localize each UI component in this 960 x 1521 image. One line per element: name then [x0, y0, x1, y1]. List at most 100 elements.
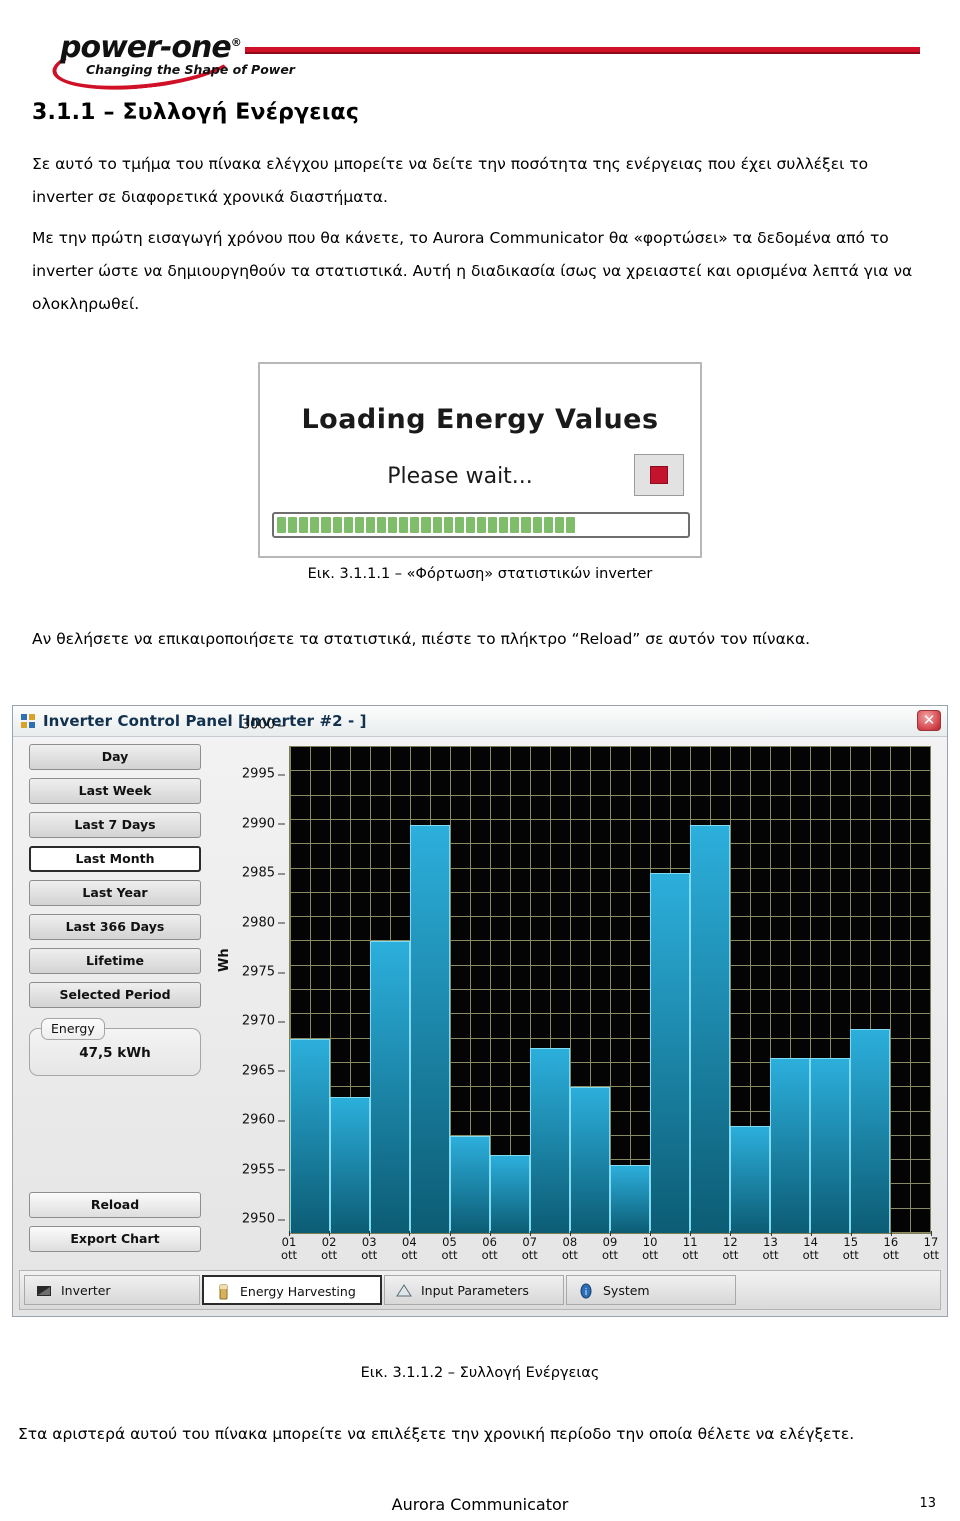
- tab-inverter[interactable]: Inverter: [24, 1275, 200, 1305]
- chart-y-tick: 2980: [241, 915, 286, 931]
- progress-segment: [365, 517, 375, 533]
- chart-bar: [530, 1048, 570, 1233]
- chart-x-tick: 12 ott: [722, 1231, 739, 1262]
- close-icon[interactable]: ✕: [917, 710, 941, 731]
- chart-x-tick-month: ott: [762, 1248, 779, 1262]
- chart-bar: [290, 1038, 330, 1233]
- progress-segment: [521, 517, 531, 533]
- logo-word-text: power-one: [60, 30, 232, 65]
- chart-x-tick-month: ott: [842, 1248, 859, 1262]
- loading-dialog-status: Please wait...: [387, 464, 533, 489]
- stop-button[interactable]: [634, 454, 684, 496]
- sidebar-item-selected-period[interactable]: Selected Period: [29, 982, 201, 1008]
- progress-segment: [310, 517, 320, 533]
- battery-icon: [214, 1283, 232, 1301]
- sidebar-item-last-366-days[interactable]: Last 366 Days: [29, 914, 201, 940]
- chart-x-tick: 07 ott: [522, 1231, 538, 1262]
- chart-x-tick: 04 ott: [401, 1231, 418, 1262]
- chart-x-tick-month: ott: [682, 1248, 699, 1262]
- paragraph-four: Στα αριστερά αυτού του πίνακα μπορείτε ν…: [18, 1425, 855, 1443]
- energy-group-label: Energy: [41, 1018, 105, 1040]
- chart-x-tick-month: ott: [922, 1248, 940, 1262]
- chart-x-tick-month: ott: [722, 1248, 739, 1262]
- tab-energy-harvesting-label: Energy Harvesting: [240, 1284, 356, 1299]
- sidebar-item-lifetime[interactable]: Lifetime: [29, 948, 201, 974]
- progress-segment: [343, 517, 353, 533]
- chart-bar: [770, 1058, 810, 1233]
- chart-y-tick: 3000: [241, 717, 286, 733]
- sidebar-item-last-week[interactable]: Last Week: [29, 778, 201, 804]
- header-rule-shadow: [245, 52, 920, 54]
- figure-caption-1: Εικ. 3.1.1.1 – «Φόρτωση» στατιστικών inv…: [307, 566, 653, 582]
- progress-segment: [465, 517, 475, 533]
- chart-y-tick: 2975: [241, 964, 286, 980]
- app-icon-square-3: [21, 722, 27, 728]
- progress-segment: [532, 517, 542, 533]
- section-heading: 3.1.1 – Συλλογή Ενέργειας: [32, 100, 360, 125]
- chart-y-tick: 2955: [241, 1162, 286, 1178]
- progress-segment: [499, 517, 509, 533]
- reload-button[interactable]: Reload: [29, 1192, 201, 1218]
- sidebar-item-day[interactable]: Day: [29, 744, 201, 770]
- stop-square-icon: [650, 466, 668, 484]
- chart-y-tick: 2985: [241, 865, 286, 881]
- chart-bar: [570, 1087, 610, 1233]
- chart-gridline-v: [930, 747, 931, 1233]
- chart-x-tick: 10 ott: [642, 1231, 658, 1262]
- chart-y-axis-ticks: 2950 2955 2960 2965 2970 2975 2980 2985 2990 2995…: [225, 718, 287, 1234]
- chart-y-tick: 2970: [241, 1013, 286, 1029]
- inverter-icon: [35, 1282, 53, 1300]
- progress-segment: [565, 517, 575, 533]
- svg-text:i: i: [585, 1288, 588, 1298]
- chart-x-tick: 03 ott: [361, 1231, 377, 1262]
- progress-segment: [277, 517, 287, 533]
- app-icon-square-1: [21, 714, 27, 720]
- chart-x-tick: 14 ott: [802, 1231, 819, 1262]
- progress-segment: [399, 517, 409, 533]
- tab-inverter-label: Inverter: [61, 1283, 111, 1298]
- chart-x-tick-month: ott: [802, 1248, 819, 1262]
- progress-segment: [554, 517, 564, 533]
- app-icon-square-4: [29, 722, 35, 728]
- chart-gridline-v: [610, 747, 611, 1233]
- progress-segment: [443, 517, 453, 533]
- application-icon: [21, 714, 36, 728]
- progress-segment: [376, 517, 387, 533]
- logo-registered-mark: ®: [230, 36, 242, 49]
- progress-segment: [543, 517, 553, 533]
- chart-x-axis-ticks: 01 ott 02 ott 03 ott 04 ott 05 ott 06 ott 07 ott 08 ott…: [281, 1231, 939, 1264]
- logo-tagline: Changing the Shape of Power: [86, 62, 295, 77]
- tab-system[interactable]: i System: [566, 1275, 736, 1305]
- progress-segment: [432, 517, 442, 533]
- progress-bar: [272, 512, 690, 538]
- chart-gridline-v-minor: [910, 747, 911, 1233]
- export-chart-button[interactable]: Export Chart: [29, 1226, 201, 1252]
- tab-input-parameters-label: Input Parameters: [421, 1283, 529, 1298]
- chart-x-tick: 09 ott: [601, 1231, 619, 1262]
- chart-x-tick: 16 ott: [882, 1231, 899, 1262]
- chart-y-tick: 2960: [241, 1112, 286, 1128]
- chart-x-tick: 13 ott: [762, 1231, 779, 1262]
- tab-input-parameters[interactable]: Input Parameters: [384, 1275, 564, 1305]
- chart-y-tick: 2950: [241, 1211, 286, 1227]
- paragraph-two: Με την πρώτη εισαγωγή χρόνου που θα κάνε…: [32, 229, 913, 313]
- chart-bar: [370, 941, 410, 1233]
- loading-dialog: Loading Energy Values Please wait...: [258, 362, 702, 558]
- bottom-tab-strip: Inverter Energy Harvesting Input Paramet…: [19, 1270, 941, 1310]
- chart-gridline-v: [890, 747, 891, 1233]
- progress-segment: [288, 517, 298, 533]
- sidebar-item-last-7-days[interactable]: Last 7 Days: [29, 812, 201, 838]
- sidebar-item-last-month[interactable]: Last Month: [29, 846, 201, 872]
- chart-x-tick: 02 ott: [321, 1231, 337, 1262]
- power-one-logo: power-one® Changing the Shape of Power: [38, 22, 295, 98]
- chart-x-tick-month: ott: [601, 1248, 619, 1262]
- sidebar-item-last-year[interactable]: Last Year: [29, 880, 201, 906]
- tab-energy-harvesting[interactable]: Energy Harvesting: [202, 1275, 382, 1305]
- chart-x-tick-month: ott: [882, 1248, 899, 1262]
- chart-plot-area: [289, 746, 931, 1234]
- chart-bar: [330, 1096, 370, 1233]
- chart-x-tick-month: ott: [280, 1248, 298, 1262]
- chart-bar: [410, 824, 450, 1233]
- chart-x-tick-month: ott: [401, 1248, 418, 1262]
- window-content: Day Last Week Last 7 Days Last Month Las…: [19, 718, 941, 1264]
